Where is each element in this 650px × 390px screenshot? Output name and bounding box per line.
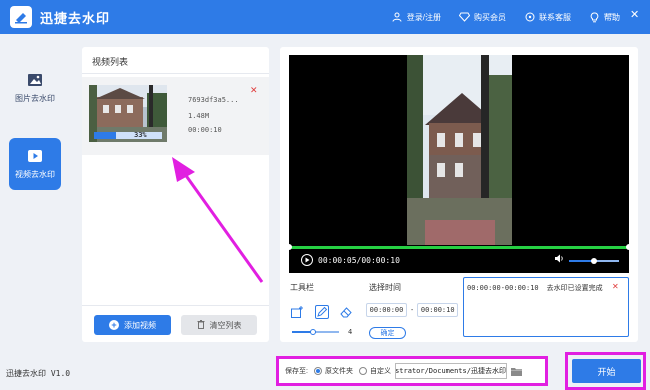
video-list-title: 视频列表 [92,57,129,67]
customer-service-button[interactable]: 联系客服 [524,12,571,23]
app-logo-icon [10,6,32,28]
save-to-label: 保存至: [285,368,308,375]
diamond-icon [459,12,470,23]
log-status: 去水印已设置完成 [546,285,603,292]
confirm-button[interactable]: 确定 [369,327,406,339]
conversion-progress-bar: 33% [94,131,162,139]
play-button[interactable] [301,254,313,266]
radio-original-folder[interactable]: 原文件夹 [313,366,353,376]
headset-icon [524,12,535,23]
toolbar-title: 工具栏 [290,283,314,292]
seek-bar[interactable] [286,244,632,250]
app-title: 迅捷去水印 [40,10,111,26]
start-time-input[interactable]: 00:00:00 [366,303,407,317]
save-path-text: C:/Users/Administrator/Documents/迅捷去水印 [395,367,506,375]
divider [82,305,269,306]
video-icon [27,149,43,163]
save-location-group: 保存至: 原文件夹 自定义 C:/Users/Administrator/Doc… [276,356,548,386]
title-bar: 迅捷去水印 登录/注册 购买会员 联系客服 帮助 — ✕ [0,0,650,34]
seek-end-handle[interactable] [626,244,632,250]
time-select-title: 选择时间 [369,283,401,292]
close-icon[interactable]: ✕ [630,8,639,21]
sidebar-item-label: 视频去水印 [15,169,55,179]
video-list-panel: 视频列表 33% 7693df3a5... 1.48M 00:00:10 ✕ +… [82,47,269,342]
radio-dot [358,367,367,375]
buy-membership-button[interactable]: 购买会员 [459,12,506,23]
brush-size-knob[interactable] [310,329,317,335]
time-separator: - [410,306,415,314]
sidebar: 图片去水印 视频去水印 [0,34,70,349]
play-icon [305,257,310,263]
clear-list-label: 清空列表 [209,320,242,330]
video-filename: 7693df3a5... [188,96,239,104]
pen-icon[interactable] [315,305,329,319]
radio-custom-folder[interactable]: 自定义 [358,366,391,376]
video-thumbnail: 33% [89,85,167,142]
login-register-button[interactable]: 登录/注册 [392,12,441,23]
progress-fill [94,132,117,139]
clear-list-button[interactable]: 清空列表 [181,315,257,335]
top-actions: 登录/注册 购买会员 联系客服 帮助 [374,0,620,34]
radio-label: 原文件夹 [324,368,353,375]
volume-icon[interactable] [554,254,564,265]
bottom-bar: 迅捷去水印 V1.0 保存至: 原文件夹 自定义 C:/Users/Admini… [0,352,650,390]
login-register-label: 登录/注册 [406,12,441,22]
time-range: 00:00:00 - 00:00:10 [366,303,459,317]
add-video-button[interactable]: + 添加视频 [94,315,171,335]
sidebar-item-image-watermark[interactable]: 图片去水印 [9,62,61,114]
user-icon [392,12,403,23]
minimize-icon[interactable]: — [604,8,615,20]
editor-panel: 00:00:05/00:00:10 工具栏 4 选择时间 00:00:00 - … [280,47,638,342]
radio-dot [313,367,322,375]
volume-knob[interactable] [591,258,597,264]
add-video-label: 添加视频 [124,320,156,330]
video-filesize: 1.48M [188,112,210,120]
progress-percent: 33% [134,131,147,139]
lightbulb-icon [589,12,600,23]
remove-video-icon[interactable]: ✕ [250,85,258,96]
sidebar-item-label: 图片去水印 [15,93,55,103]
delete-log-entry-icon[interactable]: ✕ [612,282,619,291]
app-version: 迅捷去水印 V1.0 [6,369,71,378]
watermark-log: 00:00:00-00:00:10 去水印已设置完成 ✕ [463,277,629,337]
radio-label: 自定义 [369,368,391,375]
trash-icon [197,319,205,331]
log-time-range: 00:00:00-00:00:10 [467,284,539,292]
video-duration: 00:00:10 [188,126,222,134]
video-frame [407,55,512,245]
list-item[interactable]: 33% 7693df3a5... 1.48M 00:00:10 ✕ [82,77,269,155]
end-time-input[interactable]: 00:00:10 [417,303,459,317]
brush-size-value: 4 [348,328,353,336]
volume-slider[interactable] [569,258,619,264]
divider [82,73,269,74]
buy-membership-label: 购买会员 [474,12,506,22]
select-rect-icon[interactable] [290,305,304,319]
sidebar-item-video-watermark[interactable]: 视频去水印 [9,138,61,190]
seek-start-handle[interactable] [286,244,292,250]
log-entry: 00:00:00-00:00:10 去水印已设置完成 [467,283,603,293]
video-player[interactable]: 00:00:05/00:00:10 [286,55,632,273]
playback-time: 00:00:05/00:00:10 [318,256,400,265]
start-button[interactable]: 开始 [572,359,641,383]
image-icon [27,73,43,87]
save-path-input[interactable]: C:/Users/Administrator/Documents/迅捷去水印 [394,363,507,379]
brush-size-slider[interactable] [292,329,339,335]
plus-icon: + [109,320,119,330]
eraser-icon[interactable] [339,305,353,319]
folder-icon[interactable] [510,365,524,377]
customer-service-label: 联系客服 [539,12,571,22]
